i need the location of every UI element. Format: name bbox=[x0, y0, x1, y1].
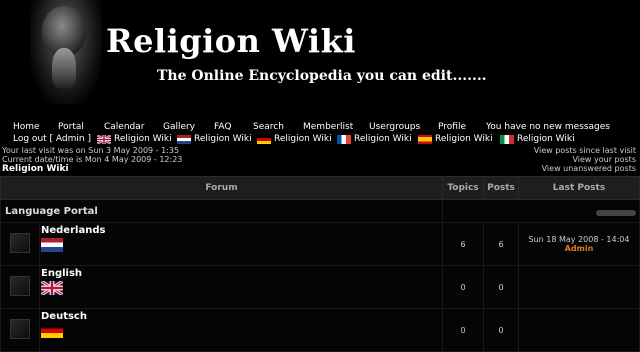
link-unanswered-posts[interactable]: View unanswered posts bbox=[534, 164, 636, 173]
lang-label: Religion Wiki bbox=[114, 134, 172, 144]
nav-faq[interactable]: FAQ bbox=[214, 122, 231, 132]
nav-messages[interactable]: You have no new messages bbox=[486, 122, 610, 132]
nav-profile[interactable]: Profile bbox=[438, 122, 466, 132]
site-title[interactable]: Religion Wiki bbox=[106, 22, 356, 60]
nav-memberlist[interactable]: Memberlist bbox=[303, 122, 353, 132]
topics-count: 0 bbox=[442, 308, 484, 352]
nav-calendar[interactable]: Calendar bbox=[104, 122, 144, 132]
lang-link-de[interactable]: Religion Wiki bbox=[257, 134, 332, 144]
lang-label: Religion Wiki bbox=[435, 134, 493, 144]
topics-count: 0 bbox=[442, 265, 484, 309]
header-topics: Topics bbox=[442, 176, 484, 200]
nav-search[interactable]: Search bbox=[253, 122, 284, 132]
collapse-icon[interactable] bbox=[596, 210, 636, 216]
nav-gallery[interactable]: Gallery bbox=[163, 122, 195, 132]
breadcrumb[interactable]: Religion Wiki bbox=[2, 164, 69, 174]
table-header-row: Forum Topics Posts Last Posts bbox=[0, 176, 640, 200]
forum-status-icon bbox=[10, 233, 30, 253]
header-banner: Religion Wiki The Online Encyclopedia yo… bbox=[0, 0, 640, 118]
lang-link-uk[interactable]: Religion Wiki bbox=[97, 134, 172, 144]
nav-home[interactable]: Home bbox=[13, 122, 40, 132]
forum-status-icon bbox=[10, 276, 30, 296]
forum-name[interactable]: English bbox=[41, 268, 441, 279]
header-forum: Forum bbox=[0, 176, 443, 200]
last-post-user[interactable]: Admin bbox=[520, 244, 638, 253]
header-photo bbox=[30, 0, 102, 104]
posts-count: 6 bbox=[483, 222, 519, 266]
visit-info: Your last visit was on Sun 3 May 2009 - … bbox=[2, 146, 182, 164]
forum-status-icon bbox=[10, 319, 30, 339]
lang-link-es[interactable]: Religion Wiki bbox=[418, 134, 493, 144]
posts-count: 0 bbox=[483, 308, 519, 352]
logout-link[interactable]: Log out [ Admin ] bbox=[13, 134, 91, 144]
lang-link-it[interactable]: Religion Wiki bbox=[500, 134, 575, 144]
lang-link-fr[interactable]: Religion Wiki bbox=[337, 134, 412, 144]
fr-flag-icon bbox=[337, 134, 351, 144]
table-row: English 0 0 bbox=[0, 265, 640, 309]
lang-label: Religion Wiki bbox=[354, 134, 412, 144]
table-row: Deutsch 0 0 bbox=[0, 308, 640, 352]
last-post-date: Sun 18 May 2008 - 14:04 bbox=[528, 235, 630, 244]
es-flag-icon bbox=[418, 134, 432, 144]
header-last-posts: Last Posts bbox=[518, 176, 640, 200]
link-posts-since-last-visit[interactable]: View posts since last visit bbox=[534, 146, 636, 155]
link-your-posts[interactable]: View your posts bbox=[534, 155, 636, 164]
forum-table: Forum Topics Posts Last Posts Language P… bbox=[0, 176, 640, 352]
de-flag-icon bbox=[257, 134, 271, 144]
nav-usergroups[interactable]: Usergroups bbox=[369, 122, 420, 132]
site-description: The Online Encyclopedia you can edit....… bbox=[157, 68, 487, 84]
search-links: View posts since last visit View your po… bbox=[534, 146, 636, 173]
lang-label: Religion Wiki bbox=[194, 134, 252, 144]
nl-flag-icon bbox=[177, 134, 191, 144]
header-posts: Posts bbox=[483, 176, 519, 200]
forum-name[interactable]: Nederlands bbox=[41, 225, 441, 236]
it-flag-icon bbox=[500, 134, 514, 144]
lang-label: Religion Wiki bbox=[274, 134, 332, 144]
forum-name[interactable]: Deutsch bbox=[41, 311, 441, 322]
posts-count: 0 bbox=[483, 265, 519, 309]
lang-label: Religion Wiki bbox=[517, 134, 575, 144]
category-title[interactable]: Language Portal bbox=[2, 206, 98, 217]
table-row: Nederlands 6 6 Sun 18 May 2008 - 14:04 A… bbox=[0, 222, 640, 266]
lang-link-nl[interactable]: Religion Wiki bbox=[177, 134, 252, 144]
nav-portal[interactable]: Portal bbox=[58, 122, 84, 132]
topics-count: 6 bbox=[442, 222, 484, 266]
current-time-text: Current date/time is Mon 4 May 2009 - 12… bbox=[2, 155, 183, 164]
category-row: Language Portal bbox=[0, 199, 640, 223]
uk-flag-icon bbox=[97, 134, 111, 144]
uk-flag-icon bbox=[41, 281, 63, 295]
nl-flag-icon bbox=[41, 238, 63, 252]
last-visit-text: Your last visit was on Sun 3 May 2009 - … bbox=[2, 146, 180, 155]
